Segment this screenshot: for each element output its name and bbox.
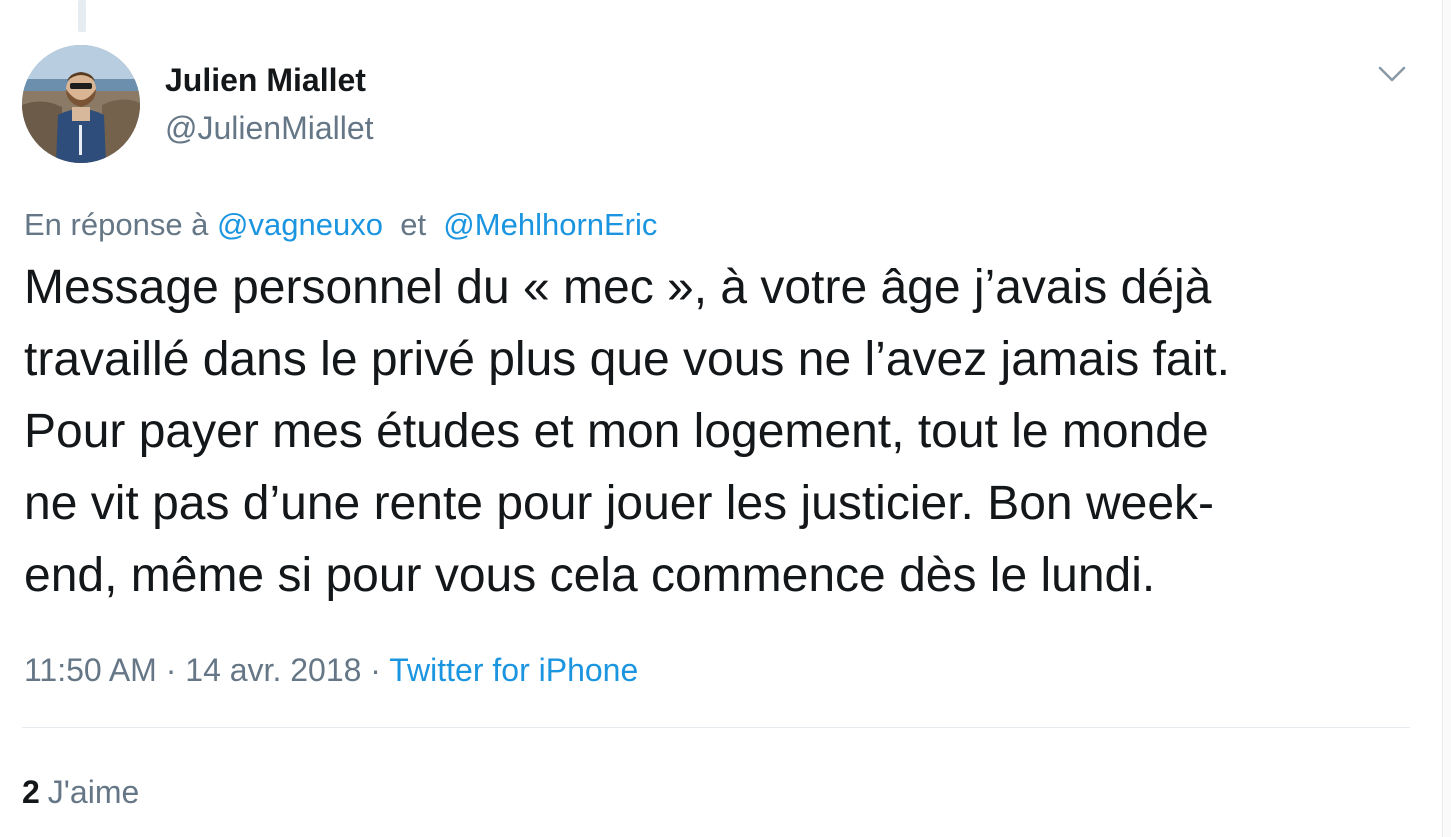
chevron-down-icon	[1378, 66, 1406, 82]
author-handle[interactable]: @JulienMiallet	[165, 108, 374, 148]
tweet-text-line: ne vit pas d’une rente pour jouer les ju…	[24, 477, 1214, 530]
author-name[interactable]: Julien Miallet	[165, 60, 366, 100]
tweet-text-line: Message personnel du « mec », à votre âg…	[24, 261, 1212, 314]
tweet-source-link[interactable]: Twitter for iPhone	[389, 652, 638, 688]
divider	[22, 727, 1410, 728]
avatar-photo	[22, 45, 140, 163]
tweet-menu-button[interactable]	[1370, 56, 1414, 92]
likes-label: J'aime	[47, 774, 140, 810]
reply-context: En réponse à @vagneuxo et @MehlhornEric	[24, 205, 657, 245]
tweet-text: Message personnel du « mec », à votre âg…	[24, 252, 1404, 612]
tweet-detail: Julien Miallet @JulienMiallet En réponse…	[0, 0, 1451, 837]
tweet-date[interactable]: 14 avr. 2018	[185, 652, 361, 688]
reply-conjunction: et	[400, 207, 427, 242]
likes-count: 2	[22, 774, 40, 810]
reply-mention-vagneuxo[interactable]: @vagneuxo	[217, 207, 383, 242]
tweet-time[interactable]: 11:50 AM	[24, 652, 157, 688]
meta-separator: ·	[165, 652, 177, 688]
reply-mention-mehlhorneric[interactable]: @MehlhornEric	[443, 207, 657, 242]
avatar[interactable]	[22, 45, 140, 163]
tweet-text-line: travaillé dans le privé plus que vous ne…	[24, 333, 1230, 386]
tweet-metadata: 11:50 AM · 14 avr. 2018 · Twitter for iP…	[24, 650, 638, 690]
meta-separator: ·	[370, 652, 381, 688]
tweet-text-line: Pour payer mes études et mon logement, t…	[24, 405, 1209, 458]
tweet-text-line: end, même si pour vous cela commence dès…	[24, 549, 1156, 602]
thread-connector-line	[78, 0, 86, 32]
likes-stat[interactable]: 2 J'aime	[22, 772, 139, 812]
scrollbar[interactable]	[1442, 0, 1451, 837]
reply-prefix: En réponse à	[24, 207, 209, 242]
